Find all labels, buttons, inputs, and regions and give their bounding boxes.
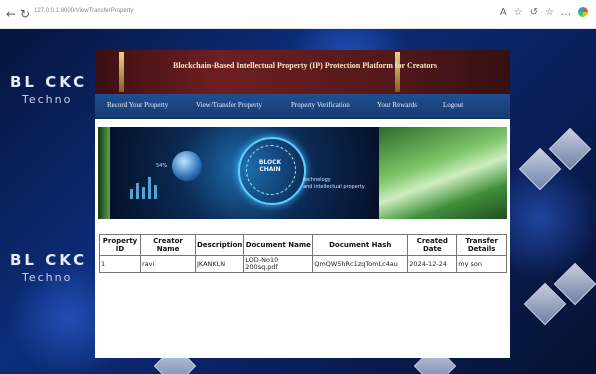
hero-left-strip <box>98 127 110 219</box>
hero-caption-line1: technology <box>303 177 331 183</box>
hero-caption-line2: and intellectual property <box>303 184 365 190</box>
browser-toolbar: ← ↻ 127.0.0.1:8000/ViewTransferProperty … <box>0 0 596 29</box>
favorites-icon[interactable]: ☆ <box>545 7 561 18</box>
favorite-icon[interactable]: ☆ <box>514 7 530 18</box>
more-icon[interactable]: … <box>561 7 578 18</box>
menu-logout[interactable]: Logout <box>443 101 463 109</box>
banner-pillar <box>119 52 124 92</box>
menu-your-rewards[interactable]: Your Rewards <box>377 101 417 109</box>
cell-created-date: 2024-12-24 <box>407 255 458 273</box>
cell-property-id: 1 <box>99 255 141 273</box>
brand-logo: BL CKC <box>10 251 88 269</box>
property-table: Property ID Creator Name Description Doc… <box>99 234 507 273</box>
hero-blockchain-graphic: 54% BLOCK CHAIN technology and intellect… <box>110 127 379 219</box>
menu-view-transfer-property[interactable]: View/Transfer Property <box>196 101 262 109</box>
cell-document-name: LOD-No10 200sq.pdf <box>243 255 314 273</box>
cell-creator-name: ravi <box>140 255 196 273</box>
main-menu: Record Your Property View/Transfer Prope… <box>95 94 510 119</box>
profile-icon[interactable] <box>578 7 588 17</box>
col-document-name: Document Name <box>243 234 314 256</box>
refresh-icon[interactable]: ↻ <box>20 7 30 21</box>
globe-icon <box>172 151 202 181</box>
brand-subtitle: Techno <box>22 93 73 106</box>
address-bar[interactable]: 127.0.0.1:8000/ViewTransferProperty <box>34 8 133 14</box>
hero-right-strip <box>379 127 507 219</box>
header-banner: Blockchain-Based Intellectual Property (… <box>95 50 510 94</box>
cell-document-hash: QmQW5hRc1zqTomLc4au <box>312 255 409 273</box>
browser-tools: A☆↺☆… <box>500 7 588 18</box>
brand-logo: BL CKC <box>10 73 88 91</box>
back-icon[interactable]: ← <box>6 7 16 21</box>
col-property-id: Property ID <box>99 234 141 256</box>
hero-center-label: BLOCK CHAIN <box>258 159 282 173</box>
table-header-row: Property ID Creator Name Description Doc… <box>99 234 507 256</box>
col-description: Description <box>194 234 245 256</box>
read-aloud-icon[interactable]: A <box>500 7 514 18</box>
menu-property-verification[interactable]: Property Verification <box>291 101 350 109</box>
col-transfer-details: Transfer Details <box>456 234 507 256</box>
col-creator-name: Creator Name <box>140 234 196 256</box>
hero-image: 54% BLOCK CHAIN technology and intellect… <box>98 127 507 219</box>
cell-transfer-details: my son <box>456 255 507 273</box>
banner-pillar <box>395 52 400 92</box>
hero-caption: technology and intellectual property <box>303 177 365 191</box>
col-created-date: Created Date <box>407 234 458 256</box>
main-panel: Blockchain-Based Intellectual Property (… <box>95 50 510 358</box>
cell-description: JKANKLN <box>194 255 245 273</box>
brand-subtitle: Techno <box>22 271 73 284</box>
table-row: 1 ravi JKANKLN LOD-No10 200sq.pdf QmQW5h… <box>99 255 507 273</box>
hero-percent: 54% <box>156 163 168 169</box>
extensions-icon[interactable]: ↺ <box>530 7 545 18</box>
col-document-hash: Document Hash <box>312 234 409 256</box>
menu-record-property[interactable]: Record Your Property <box>107 101 168 109</box>
site-title: Blockchain-Based Intellectual Property (… <box>173 61 438 70</box>
